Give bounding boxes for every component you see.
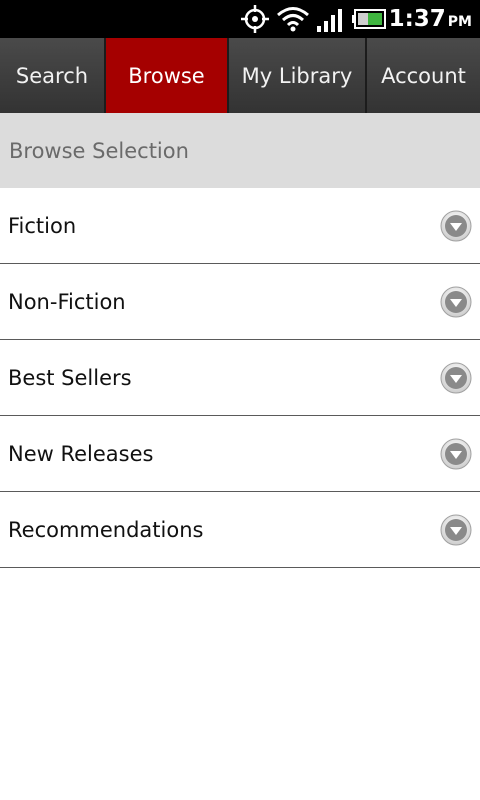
list-item-best-sellers[interactable]: Best Sellers: [0, 340, 480, 416]
chevron-down-icon[interactable]: [440, 514, 472, 546]
tab-bar: Search Browse My Library Account: [0, 38, 480, 113]
list-item-recommendations[interactable]: Recommendations: [0, 492, 480, 568]
tab-my-library[interactable]: My Library: [229, 38, 367, 113]
tab-account[interactable]: Account: [367, 38, 480, 113]
tab-browse[interactable]: Browse: [106, 38, 229, 113]
status-clock: 1:37 PM: [389, 4, 472, 34]
signal-icon: [317, 9, 342, 32]
section-title: Browse Selection: [9, 138, 189, 163]
list-item-new-releases[interactable]: New Releases: [0, 416, 480, 492]
browse-list: Fiction Non-Fiction Best Sellers New Rel…: [0, 188, 480, 568]
list-item-label: Best Sellers: [8, 365, 132, 390]
battery-icon: [352, 9, 386, 29]
chevron-down-icon[interactable]: [440, 286, 472, 318]
list-item-label: Recommendations: [8, 517, 204, 542]
status-bar: 1:37 PM: [0, 0, 480, 38]
section-header: Browse Selection: [0, 113, 480, 188]
clock-time: 1:37: [388, 6, 446, 32]
chevron-down-icon[interactable]: [440, 210, 472, 242]
list-item-label: New Releases: [8, 441, 154, 466]
tab-search[interactable]: Search: [0, 38, 106, 113]
list-item-fiction[interactable]: Fiction: [0, 188, 480, 264]
list-item-label: Non-Fiction: [8, 289, 126, 314]
chevron-down-icon[interactable]: [440, 438, 472, 470]
gps-icon: [241, 5, 269, 33]
wifi-icon: [277, 7, 309, 32]
chevron-down-icon[interactable]: [440, 362, 472, 394]
list-item-label: Fiction: [8, 213, 77, 238]
list-item-non-fiction[interactable]: Non-Fiction: [0, 264, 480, 340]
clock-ampm: PM: [447, 14, 472, 30]
